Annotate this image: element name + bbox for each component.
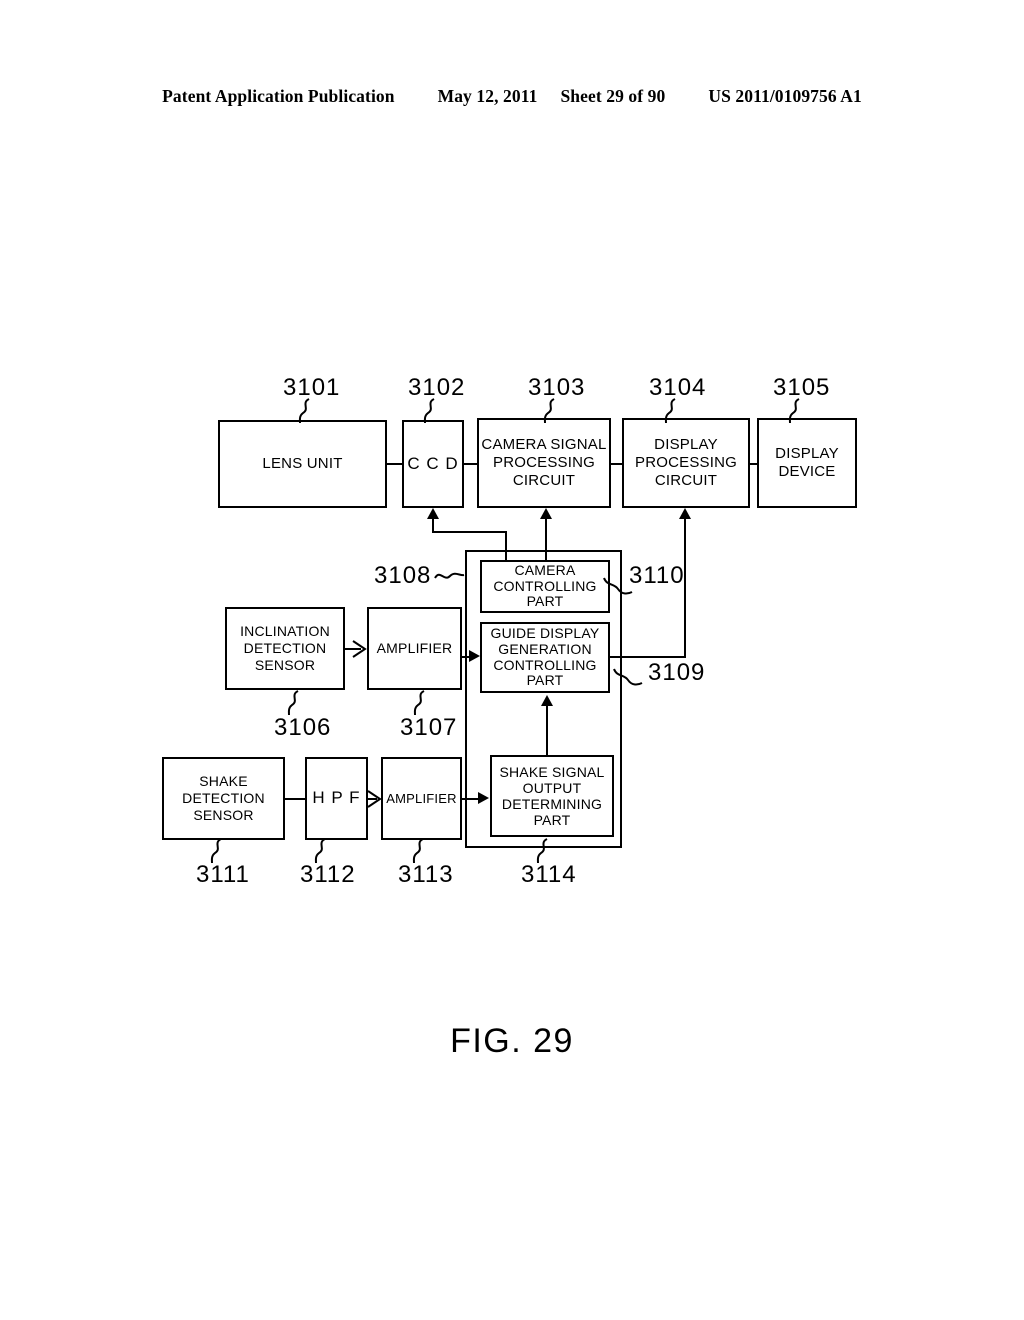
arrowhead-into-csp xyxy=(540,508,552,519)
connector-ccp-to-ccd-vertical-left xyxy=(432,518,434,533)
ref-label-3109: 3109 xyxy=(648,659,706,686)
ids-line-2: DETECTION xyxy=(243,639,327,656)
leader-3112 xyxy=(314,838,326,864)
connector-dpc-to-dd xyxy=(750,463,757,465)
connector-gdg-to-dpc-horizontal xyxy=(610,656,686,658)
csp-line-2: PROCESSING xyxy=(492,453,596,471)
leader-3114 xyxy=(536,838,548,864)
leader-3111 xyxy=(210,838,222,864)
leader-3113 xyxy=(412,838,424,864)
connector-csp-to-dpc xyxy=(611,463,622,465)
ref-label-3110: 3110 xyxy=(629,562,685,589)
leader-3106 xyxy=(287,690,299,716)
arrowhead-into-ccd xyxy=(427,508,439,519)
leader-3103 xyxy=(543,398,555,424)
leader-3108 xyxy=(434,572,465,579)
block-shake-amplifier: AMPLIFIER xyxy=(381,757,462,840)
figure-caption: FIG. 29 xyxy=(450,1022,574,1060)
ccp-line-3: PART xyxy=(526,593,564,610)
arrowhead-hpf-to-amp xyxy=(367,790,382,808)
ref-label-3111: 3111 xyxy=(196,861,250,888)
dd-line-1: DISPLAY xyxy=(775,444,839,462)
arrowhead-into-dpc xyxy=(679,508,691,519)
leader-3101 xyxy=(298,398,310,424)
block-inclination-amplifier: AMPLIFIER xyxy=(367,607,462,690)
sds-line-3: SENSOR xyxy=(193,807,254,824)
block-display-device: DISPLAY DEVICE xyxy=(757,418,857,508)
block-camera-signal-processing-circuit: CAMERA SIGNAL PROCESSING CIRCUIT xyxy=(477,418,611,508)
leader-3110 xyxy=(603,577,633,595)
connector-ccp-to-ccd-horizontal xyxy=(432,531,507,533)
ref-label-3113: 3113 xyxy=(398,861,454,888)
leader-3109 xyxy=(613,668,643,686)
dpc-line-2: PROCESSING xyxy=(634,453,738,471)
ssod-line-4: PART xyxy=(533,812,571,829)
connector-ssod-to-gdg-vertical xyxy=(546,705,548,755)
leader-3107 xyxy=(413,690,425,716)
hpf-label: H P F xyxy=(312,788,361,808)
leader-3105 xyxy=(788,398,800,424)
ref-label-3106: 3106 xyxy=(274,714,332,741)
connector-ccp-to-ccd-vertical-right xyxy=(505,531,507,560)
connector-ccd-to-csp xyxy=(464,463,477,465)
arrowhead-amp-to-ssod xyxy=(478,792,489,804)
csp-line-1: CAMERA SIGNAL xyxy=(481,435,607,453)
ssod-line-1: SHAKE SIGNAL xyxy=(499,763,605,780)
block-display-processing-circuit: DISPLAY PROCESSING CIRCUIT xyxy=(622,418,750,508)
ccp-line-2: CONTROLLING xyxy=(493,577,597,594)
block-shake-detection-sensor: SHAKE DETECTION SENSOR xyxy=(162,757,285,840)
sds-line-2: DETECTION xyxy=(182,789,265,806)
ref-label-3114: 3114 xyxy=(521,861,577,888)
gdg-line-2: GENERATION xyxy=(498,640,592,657)
block-camera-controlling-part: CAMERA CONTROLLING PART xyxy=(480,560,610,613)
arrowhead-amp-to-gdg xyxy=(469,650,480,662)
connector-sds-to-hpf-line xyxy=(285,798,306,800)
ref-label-3108: 3108 xyxy=(374,562,432,589)
dd-line-2: DEVICE xyxy=(778,463,836,480)
leader-3104 xyxy=(664,398,676,424)
ids-line-3: SENSOR xyxy=(254,657,316,674)
ref-label-3107: 3107 xyxy=(400,714,458,741)
block-lens-unit: LENS UNIT xyxy=(218,420,387,508)
ssod-line-3: DETERMINING xyxy=(501,796,603,812)
arrowhead-into-gdg xyxy=(541,695,553,706)
ref-label-3112: 3112 xyxy=(300,861,356,888)
dpc-line-3: CIRCUIT xyxy=(654,472,718,490)
ssod-line-2: OUTPUT xyxy=(522,779,582,796)
ccp-line-1: CAMERA xyxy=(514,561,576,578)
ids-line-1: INCLINATION xyxy=(240,622,330,639)
arrowhead-ids-to-amp xyxy=(352,640,367,658)
sds-line-1: SHAKE xyxy=(199,772,248,789)
gdg-line-1: GUIDE DISPLAY xyxy=(490,624,600,641)
ccd-label: C C D xyxy=(407,453,459,473)
block-guide-display-generation-controlling-part: GUIDE DISPLAY GENERATION CONTROLLING PAR… xyxy=(480,622,610,693)
block-inclination-detection-sensor: INCLINATION DETECTION SENSOR xyxy=(225,607,345,690)
connector-ccp-to-csp-vertical xyxy=(545,518,547,560)
block-shake-signal-output-determining-part: SHAKE SIGNAL OUTPUT DETERMINING PART xyxy=(490,755,614,837)
figure-diagram: LENS UNIT C C D CAMERA SIGNAL PROCESSING… xyxy=(0,0,1024,1320)
gdg-line-4: PART xyxy=(526,672,564,689)
connector-lens-to-ccd xyxy=(387,463,402,465)
lens-unit-label: LENS UNIT xyxy=(262,454,343,472)
leader-3102 xyxy=(423,398,435,424)
block-hpf: H P F xyxy=(305,757,368,840)
amp-shake-label: AMPLIFIER xyxy=(386,790,457,806)
block-ccd: C C D xyxy=(402,420,464,508)
gdg-line-3: CONTROLLING xyxy=(493,656,597,673)
dpc-line-1: DISPLAY xyxy=(654,435,718,453)
amp-incl-label: AMPLIFIER xyxy=(376,639,453,656)
csp-line-3: CIRCUIT xyxy=(512,472,576,490)
